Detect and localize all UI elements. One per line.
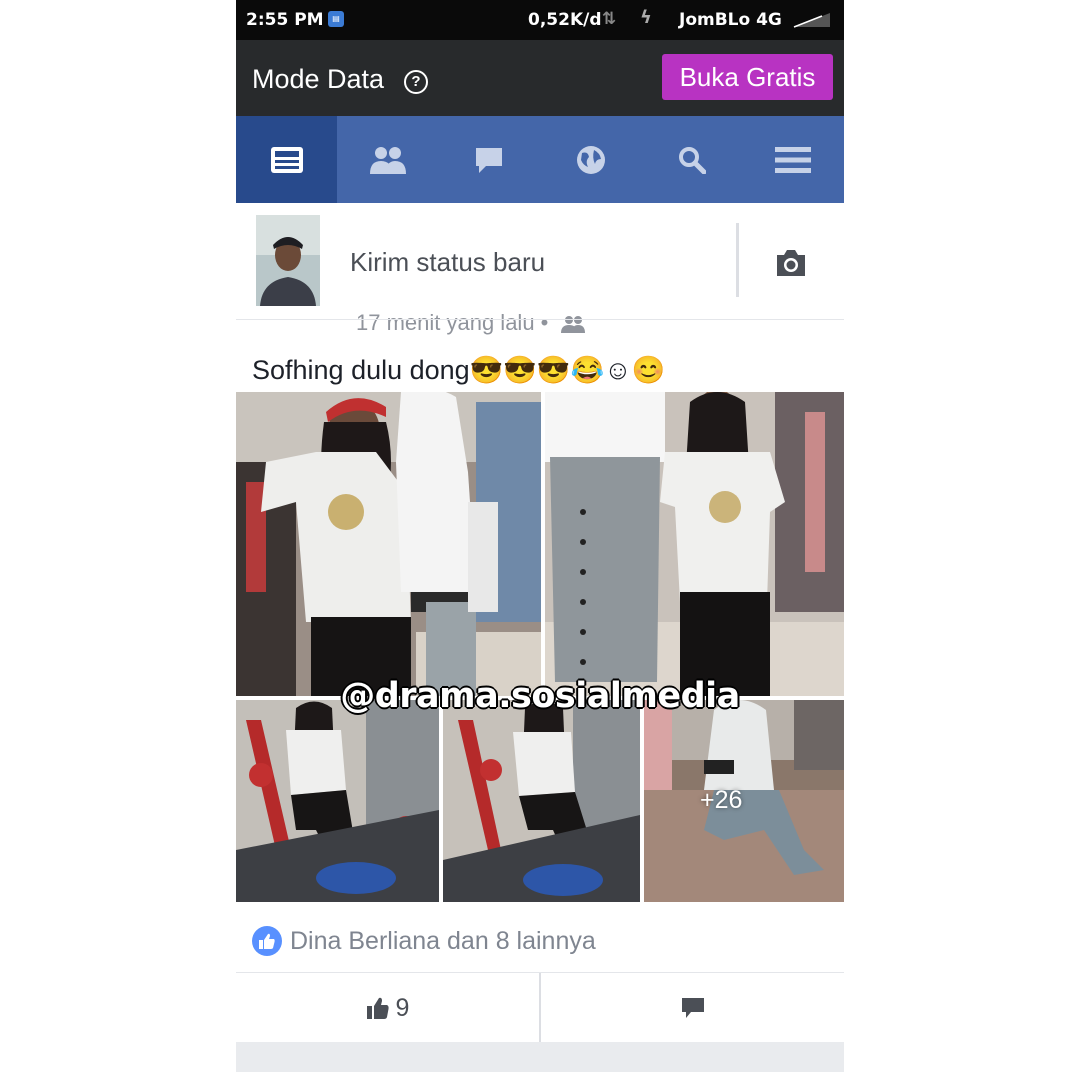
activity-icon: ϟ [640,7,652,28]
status-input-placeholder[interactable]: Kirim status baru [350,247,545,278]
data-transfer-icon: ⇅ [602,9,617,29]
status-bar: 2:55 PM ▤ 0,52K/d ⇅ ϟ JomBLo 4G [236,0,844,40]
comment-button[interactable] [541,973,844,1043]
photo-2[interactable] [545,392,844,696]
feed-separator [236,1042,844,1072]
user-avatar[interactable] [256,215,320,306]
status-composer: Kirim status baru [236,203,844,320]
tab-search[interactable] [641,116,742,203]
like-button[interactable]: 9 [236,973,539,1043]
friends-icon [369,146,406,174]
buka-gratis-button[interactable]: Buka Gratis [662,54,833,100]
data-speed: 0,52K/d [528,10,602,30]
likes-text: Dina Berliana dan 8 lainnya [290,926,596,955]
tab-menu[interactable] [743,116,844,203]
post-timestamp: 17 menit yang lalu • [356,310,585,336]
like-badge-icon [252,926,282,956]
help-icon[interactable]: ? [404,70,428,94]
news-feed-icon [270,146,303,173]
tab-friends[interactable] [337,116,438,203]
mode-data-bar: Mode Data ? Buka Gratis [236,40,844,116]
menu-icon [775,146,812,173]
photo-3[interactable] [236,700,439,902]
photo-grid [236,392,844,902]
status-time: 2:55 PM [246,10,324,30]
facebook-nav-bar [236,116,844,203]
audience-friends-icon [560,316,585,334]
mode-data-title: Mode Data [252,64,385,94]
tab-news-feed[interactable] [236,116,338,203]
tab-messages[interactable] [439,116,540,203]
globe-icon [576,145,605,174]
photo-1[interactable] [236,392,541,696]
thumbs-up-icon [366,997,389,1019]
photo-4[interactable] [443,700,640,902]
like-count: 9 [395,993,410,1022]
messages-icon [476,147,503,173]
comment-icon [681,998,704,1018]
notification-icon: ▤ [328,11,344,27]
signal-icon [793,13,830,28]
tab-notifications-globe[interactable] [540,116,641,203]
post-text: Sofhing dulu dong😎😎😎😂☺😊 [252,355,666,385]
post-time-text: 17 menit yang lalu • [356,310,549,335]
composer-divider [736,223,739,297]
carrier-name: JomBLo 4G [679,10,782,30]
photo-5[interactable] [644,700,844,902]
likes-summary[interactable]: Dina Berliana dan 8 lainnya [252,926,596,956]
search-icon [678,146,706,174]
watermark-text: @drama.sosialmedia [339,675,741,717]
more-photos-count[interactable]: +26 [700,786,742,815]
post-actions: 9 [236,972,844,1043]
phone-screen: 2:55 PM ▤ 0,52K/d ⇅ ϟ JomBLo 4G Mode Dat… [236,0,844,1080]
camera-icon[interactable] [774,249,808,277]
